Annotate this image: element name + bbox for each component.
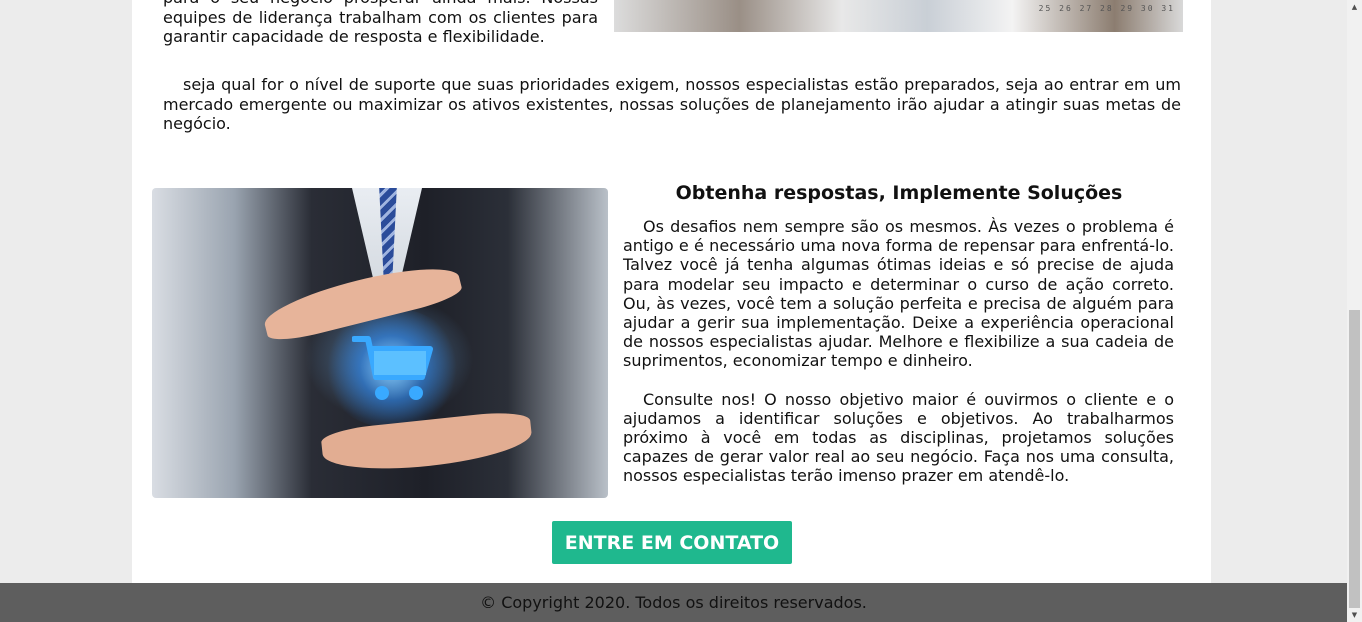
calendar-digits: 25 26 27 28 29 30 31 [1038, 4, 1175, 13]
section-paragraph: Consulte nos! O nosso objetivo maior é o… [623, 389, 1174, 486]
vertical-scrollbar[interactable]: ▲ ▼ [1347, 0, 1362, 622]
scrollbar-thumb[interactable] [1349, 310, 1360, 608]
section-paragraph: Os desafios nem sempre são os mesmos. Às… [623, 217, 1174, 371]
lower-hand-shape [320, 409, 534, 477]
business-desk-photo: 25 26 27 28 29 30 31 [614, 0, 1183, 32]
copyright-text: © Copyright 2020. Todos os direitos rese… [480, 593, 867, 612]
section-body: Os desafios nem sempre são os mesmos. Às… [623, 217, 1174, 505]
businessman-cart-image [152, 188, 608, 498]
contact-button[interactable]: ENTRE EM CONTATO [552, 521, 792, 564]
scroll-up-arrow-icon[interactable]: ▲ [1347, 0, 1362, 14]
section-title: Obtenha respostas, Implemente Soluções [675, 182, 1123, 204]
content-page: para o seu negócio prosperar ainda mais.… [132, 0, 1211, 583]
scroll-down-arrow-icon[interactable]: ▼ [1347, 608, 1362, 622]
planning-paragraph: seja qual for o nível de suporte que sua… [163, 75, 1181, 133]
intro-text: para o seu negócio prosperar ainda mais.… [163, 0, 598, 46]
shopping-cart-icon [352, 336, 433, 400]
footer: © Copyright 2020. Todos os direitos rese… [0, 583, 1347, 622]
